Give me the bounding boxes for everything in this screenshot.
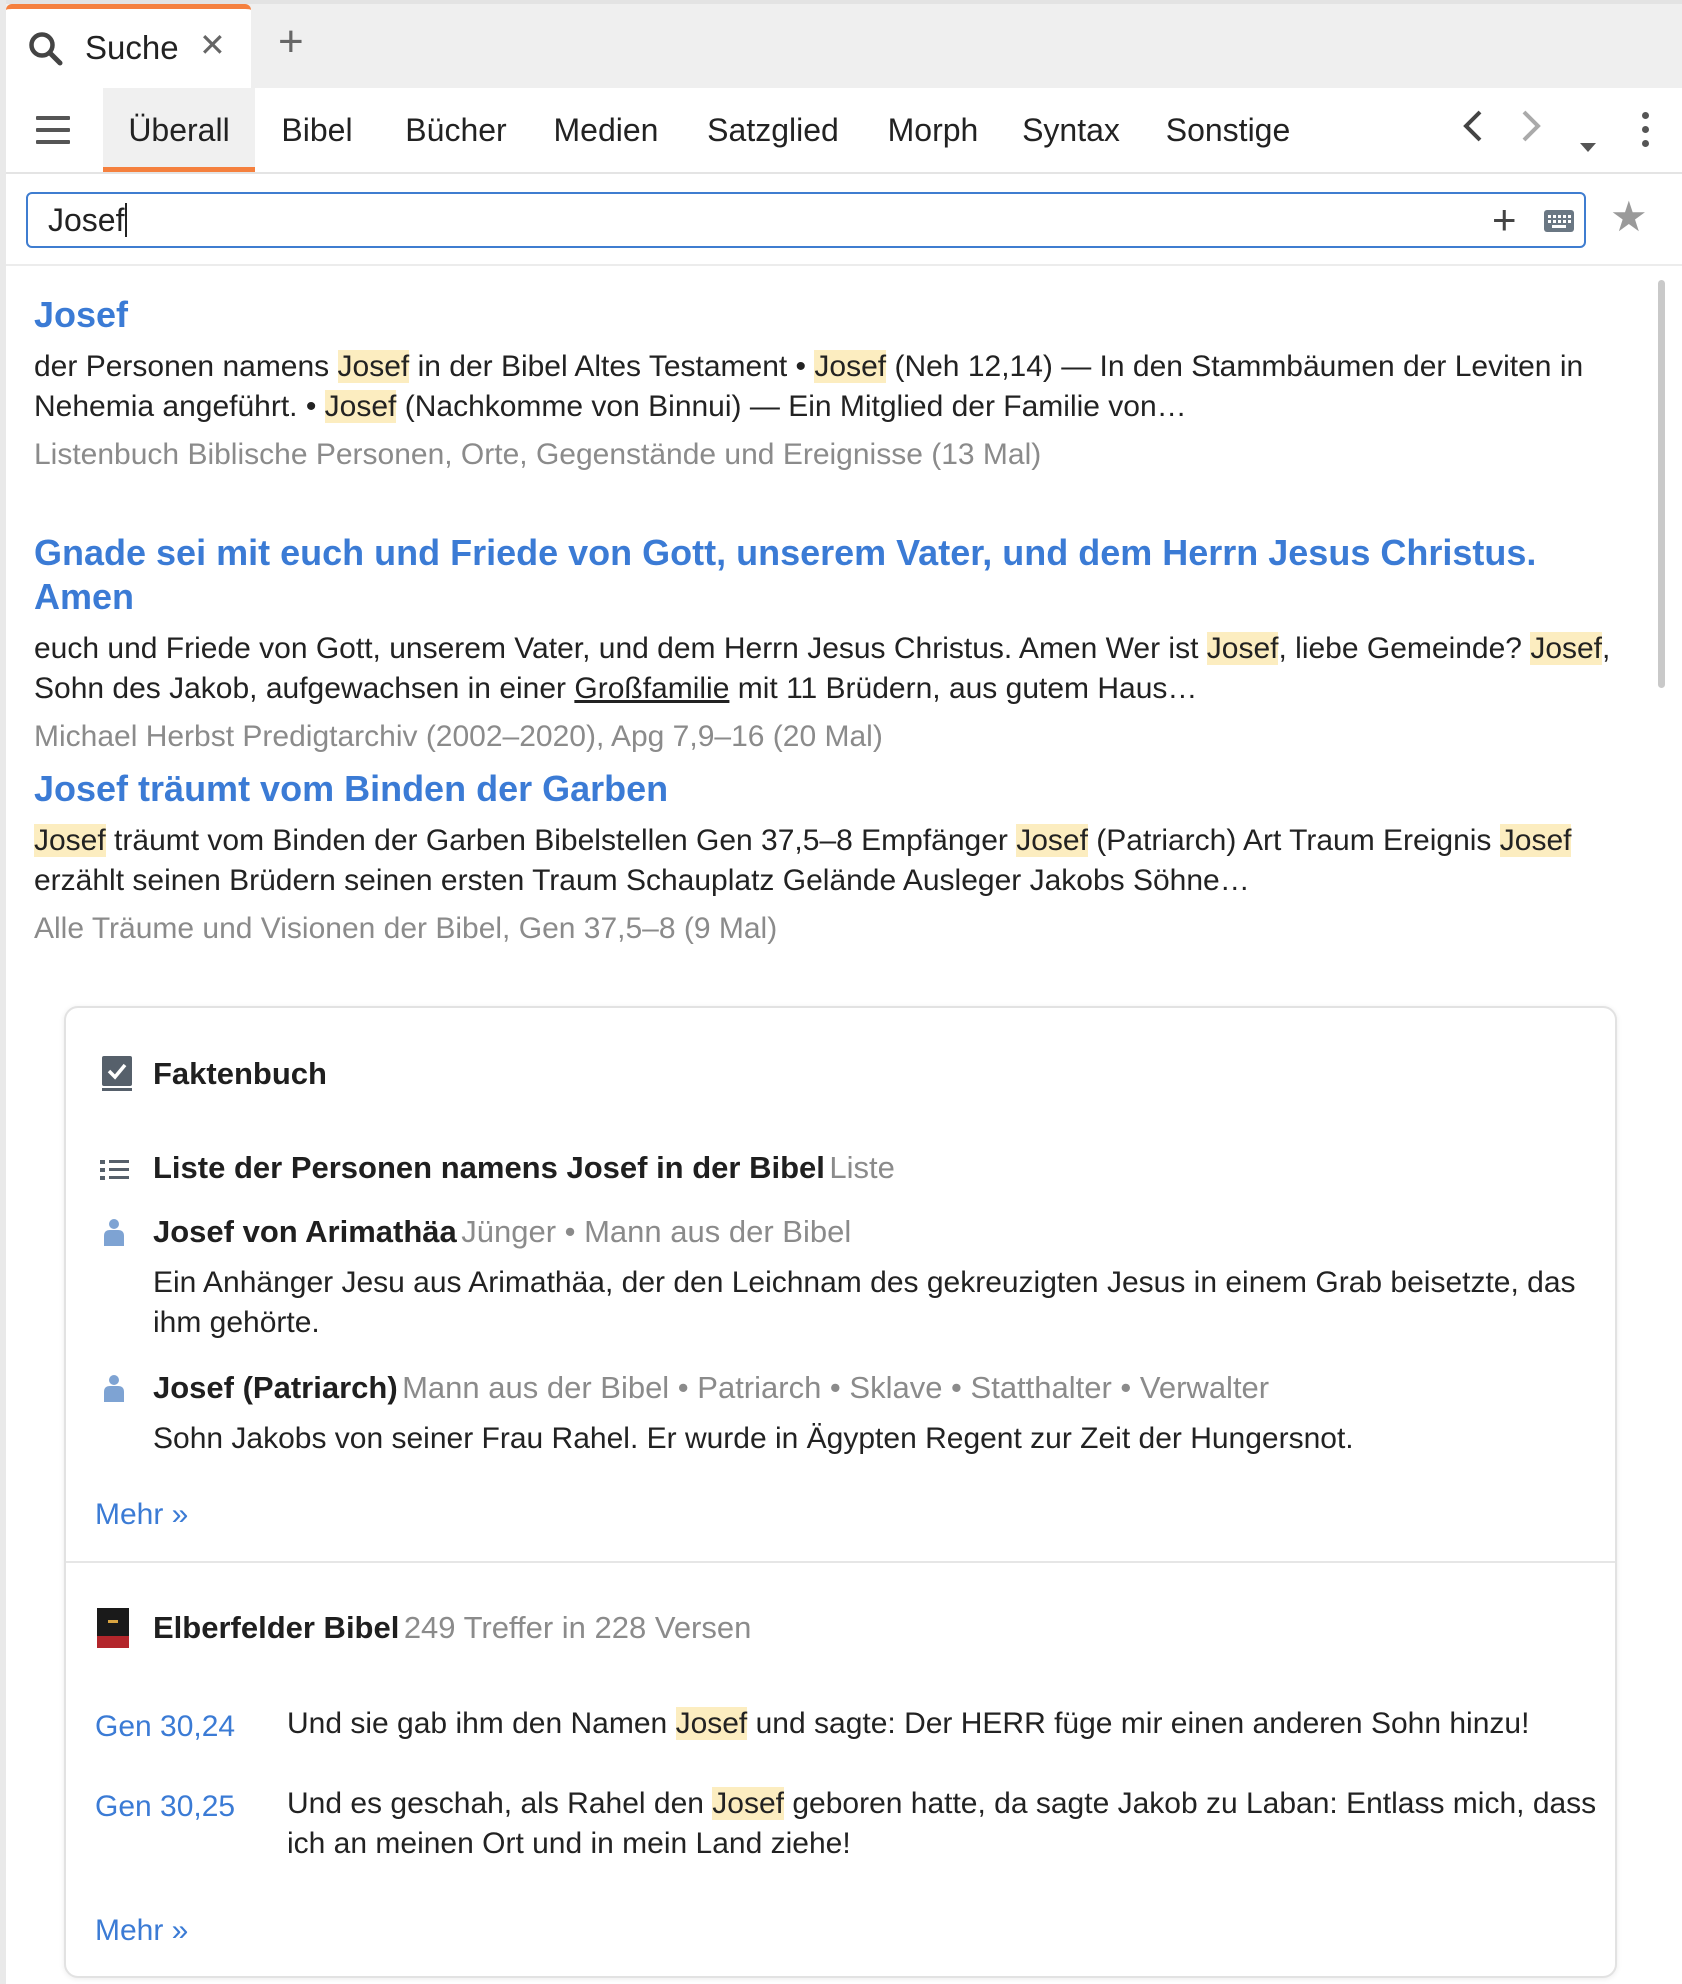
snippet-text: der Personen namens xyxy=(34,350,338,383)
person-title: Josef (Patriarch) xyxy=(153,1370,398,1405)
verse-ref[interactable]: Gen 30,25 xyxy=(95,1790,235,1824)
snippet-text: (Nachkomme von Binnui) — Ein Mitglied de… xyxy=(396,390,1187,423)
tab-satzglied[interactable]: Satzglied xyxy=(698,88,848,172)
result-item: Josef der Personen namens Josef in der B… xyxy=(34,293,1634,475)
tab-sonstige[interactable]: Sonstige xyxy=(1156,88,1300,172)
tab-medien[interactable]: Medien xyxy=(546,88,666,172)
snippet-text: Und es geschah, als Rahel den xyxy=(287,1787,713,1820)
search-icon xyxy=(28,31,64,72)
tab-ueberall[interactable]: Überall xyxy=(103,88,255,172)
result-meta: Listenbuch Biblische Personen, Orte, Geg… xyxy=(34,438,1042,471)
snippet-text: mit 11 Brüdern, aus gutem Haus… xyxy=(729,672,1198,705)
snippet-text: träumt vom Binden der Garben Bibelstelle… xyxy=(105,824,1017,857)
menu-icon[interactable] xyxy=(36,116,70,144)
bible-more-link[interactable]: Mehr » xyxy=(95,1914,188,1948)
highlighted-term: Josef xyxy=(1016,824,1088,857)
tab-morph[interactable]: Morph xyxy=(878,88,988,172)
highlighted-term: Josef xyxy=(1530,632,1603,665)
search-input[interactable]: Josef + xyxy=(26,192,1586,248)
factbook-person[interactable]: Josef (Patriarch) Mann aus der Bibel • P… xyxy=(153,1370,1269,1406)
result-snippet: Josef träumt vom Binden der Garben Bibel… xyxy=(34,821,1634,901)
highlighted-term: Josef xyxy=(337,350,410,383)
tab-syntax[interactable]: Syntax xyxy=(1018,88,1124,172)
scrollbar[interactable] xyxy=(1658,280,1665,688)
result-title[interactable]: Gnade sei mit euch und Friede von Gott, … xyxy=(34,531,1634,619)
highlighted-term: Josef xyxy=(1499,824,1572,857)
person-title: Josef von Arimathäa xyxy=(153,1214,457,1249)
back-arrow-icon[interactable] xyxy=(1460,106,1484,154)
person-description: Ein Anhänger Jesu aus Arimathäa, der den… xyxy=(153,1266,1576,1339)
card-divider xyxy=(66,1561,1615,1563)
window-left-border xyxy=(0,0,6,1984)
summary-card: Faktenbuch Liste der Personen namens Jos… xyxy=(64,1006,1617,1978)
tab-buecher[interactable]: Bücher xyxy=(396,88,516,172)
result-meta: Michael Herbst Predigtarchiv (2002–2020)… xyxy=(34,720,883,753)
star-icon[interactable]: ★ xyxy=(1610,196,1648,238)
list-item-type: Liste xyxy=(829,1150,895,1185)
person-description: Sohn Jakobs von seiner Frau Rahel. Er wu… xyxy=(153,1422,1354,1455)
snippet-text: in der Bibel Altes Testament • xyxy=(409,350,815,383)
factbook-person[interactable]: Josef von Arimathäa Jünger • Mann aus de… xyxy=(153,1214,851,1250)
bible-book-icon xyxy=(97,1608,129,1653)
close-tab-icon[interactable]: ✕ xyxy=(199,29,226,61)
snippet-text: , liebe Gemeinde? xyxy=(1278,632,1531,665)
underlined-term-link[interactable]: Großfamilie xyxy=(574,672,729,705)
tab-title: Suche xyxy=(85,29,179,66)
search-value: Josef xyxy=(48,202,125,238)
highlighted-term: Josef xyxy=(814,350,887,383)
snippet-text: Und sie gab ihm den Namen xyxy=(287,1707,676,1740)
keyboard-icon[interactable] xyxy=(1544,210,1574,232)
divider xyxy=(6,264,1682,266)
result-title[interactable]: Josef xyxy=(34,293,1634,337)
highlighted-term: Josef xyxy=(34,824,106,857)
factbook-icon xyxy=(100,1054,134,1097)
tab-bibel[interactable]: Bibel xyxy=(270,88,364,172)
list-item-title: Liste der Personen namens Josef in der B… xyxy=(153,1150,825,1185)
factbook-title: Faktenbuch xyxy=(153,1056,327,1091)
verse-text: Und es geschah, als Rahel den Josef gebo… xyxy=(287,1784,1597,1864)
bible-hit-count: 249 Treffer in 228 Versen xyxy=(403,1610,752,1645)
factbook-list-item[interactable]: Liste der Personen namens Josef in der B… xyxy=(153,1150,895,1186)
result-item: Gnade sei mit euch und Friede von Gott, … xyxy=(34,531,1634,757)
highlighted-term: Josef xyxy=(324,390,397,423)
more-options-icon[interactable] xyxy=(1642,112,1650,154)
forward-arrow-icon[interactable] xyxy=(1520,106,1544,154)
snippet-text: und sagte: Der HERR füge mir einen ander… xyxy=(747,1707,1530,1740)
highlighted-term: Josef xyxy=(712,1787,784,1820)
snippet-text: euch und Friede von Gott, unserem Vater,… xyxy=(34,632,1207,665)
highlighted-term: Josef xyxy=(1206,632,1279,665)
factbook-more-link[interactable]: Mehr » xyxy=(95,1498,188,1532)
new-tab-button[interactable]: + xyxy=(278,20,304,64)
bible-section-header[interactable]: Elberfelder Bibel 249 Treffer in 228 Ver… xyxy=(153,1610,751,1646)
chevron-down-icon[interactable] xyxy=(1578,118,1598,162)
verse-text: Und sie gab ihm den Namen Josef und sagt… xyxy=(287,1704,1597,1744)
person-icon xyxy=(102,1218,126,1253)
verse-ref[interactable]: Gen 30,24 xyxy=(95,1710,235,1744)
result-snippet: euch und Friede von Gott, unserem Vater,… xyxy=(34,629,1634,709)
snippet-text: (Patriarch) Art Traum Ereignis xyxy=(1087,824,1500,857)
result-title[interactable]: Josef träumt vom Binden der Garben xyxy=(34,767,1634,811)
person-icon xyxy=(102,1374,126,1409)
result-item: Josef träumt vom Binden der Garben Josef… xyxy=(34,767,1634,949)
tab-suche[interactable]: Suche ✕ xyxy=(6,4,251,88)
person-meta: Mann aus der Bibel • Patriarch • Sklave … xyxy=(402,1370,1270,1405)
person-meta: Jünger • Mann aus der Bibel xyxy=(461,1214,852,1249)
result-snippet: der Personen namens Josef in der Bibel A… xyxy=(34,347,1634,427)
list-icon xyxy=(100,1158,130,1187)
search-type-toolbar: Überall Bibel Bücher Medien Satzglied Mo… xyxy=(6,88,1682,174)
add-term-icon[interactable]: + xyxy=(1492,194,1517,246)
bible-title: Elberfelder Bibel xyxy=(153,1610,400,1645)
result-meta: Alle Träume und Visionen der Bibel, Gen … xyxy=(34,912,778,945)
highlighted-term: Josef xyxy=(675,1707,748,1740)
tab-strip: Suche ✕ + xyxy=(6,4,1682,88)
snippet-text: erzählt seinen Brüdern seinen ersten Tra… xyxy=(34,864,1250,897)
